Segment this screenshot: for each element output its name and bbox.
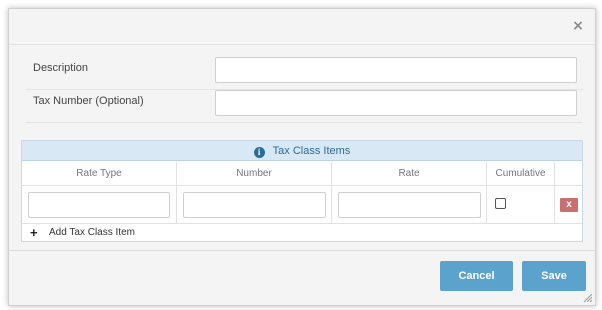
- delete-row-button[interactable]: x: [560, 198, 578, 212]
- table-cell-number: [177, 186, 332, 224]
- plus-icon: +: [30, 225, 38, 240]
- table-cell-actions: x: [555, 186, 582, 224]
- footer-divider: [9, 250, 595, 251]
- resize-grip-icon[interactable]: [583, 293, 592, 302]
- column-header-rate: Rate: [332, 162, 487, 186]
- table-cell-rate: [332, 186, 487, 224]
- table-cell-rate-type: [22, 186, 177, 224]
- close-icon[interactable]: ×: [571, 19, 585, 33]
- tax-number-label: Tax Number (Optional): [33, 95, 144, 107]
- rate-type-input[interactable]: [28, 192, 170, 218]
- tax-number-input[interactable]: [215, 90, 577, 116]
- column-header-cumulative: Cumulative: [487, 162, 555, 186]
- number-input[interactable]: [183, 192, 326, 218]
- description-input[interactable]: [215, 57, 577, 83]
- modal-header: ×: [9, 9, 595, 45]
- rate-input[interactable]: [338, 192, 481, 218]
- info-icon: i: [253, 147, 265, 158]
- table-cell-cumulative: [487, 186, 555, 224]
- save-button[interactable]: Save: [522, 261, 586, 291]
- divider: [25, 122, 583, 123]
- description-label: Description: [33, 62, 89, 74]
- cancel-button[interactable]: Cancel: [440, 261, 513, 291]
- tax-class-modal: × Description Tax Number (Optional) i Tax…: [8, 8, 596, 306]
- column-header-actions: [555, 162, 582, 186]
- column-header-number: Number: [177, 162, 332, 186]
- panel-title: Tax Class Items: [272, 145, 351, 157]
- cumulative-checkbox[interactable]: [495, 198, 506, 209]
- add-tax-class-item-button[interactable]: + Add Tax Class Item: [22, 225, 582, 241]
- panel-header: i Tax Class Items: [22, 141, 582, 161]
- add-tax-class-item-label: Add Tax Class Item: [49, 227, 135, 238]
- tax-class-items-panel: i Tax Class Items Rate Type Number Rate C…: [21, 140, 583, 242]
- column-header-rate-type: Rate Type: [22, 162, 177, 186]
